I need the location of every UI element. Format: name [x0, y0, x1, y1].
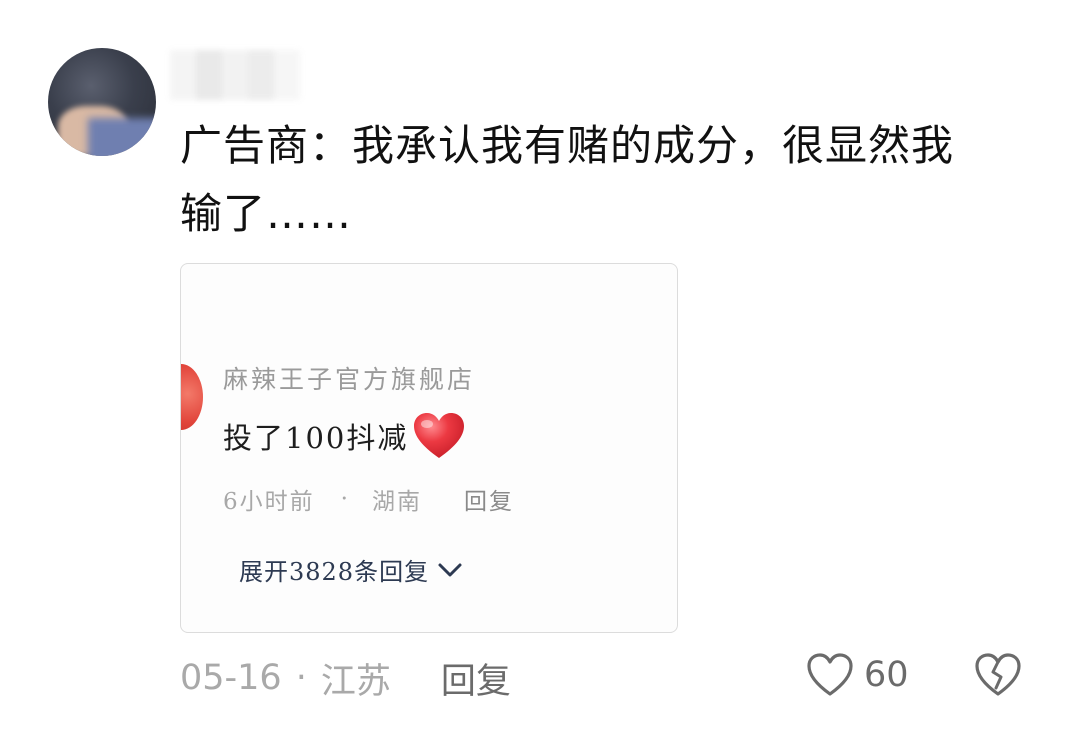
username-mosaic[interactable]	[170, 50, 300, 100]
avatar-shirt	[88, 118, 156, 156]
comment-line-1: 广告商：我承认我有赌的成分，很显然我	[180, 121, 955, 170]
heart-outline-icon	[807, 653, 853, 696]
quoted-reply: 投了100抖减	[223, 412, 466, 460]
dislike-button[interactable]	[974, 652, 1022, 702]
comment-meta: 05-16 · 江苏 回复	[180, 654, 511, 702]
quoted-time: 6小时前	[223, 489, 315, 515]
quoted-reply-button: 回复	[463, 489, 514, 515]
quoted-reply-text: 投了100抖减	[223, 421, 409, 455]
meta-separator: ·	[295, 658, 307, 698]
quoted-dot: ·	[340, 486, 350, 512]
comment-text: 广告商：我承认我有赌的成分，很显然我 输了……	[180, 112, 1020, 248]
comment-line-2: 输了……	[180, 189, 353, 238]
quoted-expand-replies: 展开3828条回复	[239, 552, 463, 587]
avatar[interactable]	[48, 48, 156, 156]
chevron-down-icon	[438, 563, 462, 576]
quoted-screenshot[interactable]: 麻辣王子官方旗舰店 投了100抖减 6小时前 · 湖南 回复 展开3828条回复	[180, 263, 678, 633]
like-count: 60	[864, 655, 909, 695]
quoted-meta: 6小时前 · 湖南 回复	[223, 482, 514, 516]
comment-date: 05-16	[180, 658, 282, 698]
quoted-expand-label: 展开3828条回复	[239, 558, 430, 586]
shop-avatar	[181, 364, 203, 430]
comment-location: 江苏	[320, 661, 391, 702]
red-heart-icon	[414, 413, 465, 458]
like-button[interactable]: 60	[806, 652, 909, 698]
broken-heart-icon	[975, 653, 1021, 696]
shop-name: 麻辣王子官方旗舰店	[223, 365, 476, 394]
reply-button[interactable]: 回复	[441, 653, 511, 704]
quoted-location: 湖南	[371, 489, 422, 515]
